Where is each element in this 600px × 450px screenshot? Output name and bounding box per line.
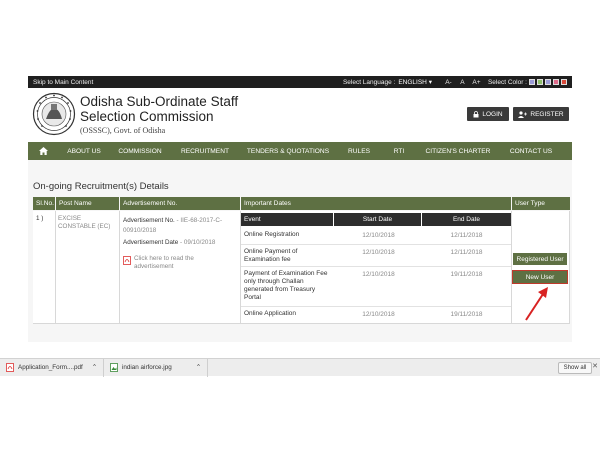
color-swatch-3[interactable] xyxy=(545,79,551,85)
pdf-icon xyxy=(6,363,14,372)
lock-icon xyxy=(473,110,479,117)
download-bar: Application_Form....pdf ⌃ indian airforc… xyxy=(0,358,600,377)
download-filename: Application_Form....pdf xyxy=(18,364,83,371)
event-start-date: 12/10/2018 xyxy=(362,311,395,318)
home-button[interactable] xyxy=(28,142,58,160)
event-start-date: 12/10/2018 xyxy=(362,232,395,239)
site-subtitle: (OSSSC), Govt. of Odisha xyxy=(80,126,166,135)
new-user-button[interactable]: New User xyxy=(512,270,568,284)
register-button[interactable]: REGISTER xyxy=(513,107,569,121)
odisha-emblem-logo[interactable] xyxy=(32,92,76,136)
event-end-date: 19/11/2018 xyxy=(450,311,483,318)
adv-no-label: Advertisement No. xyxy=(123,217,175,224)
download-filename: indian airforce.jpg xyxy=(122,364,172,371)
font-normal-button[interactable]: A xyxy=(457,79,468,86)
color-swatch-1[interactable] xyxy=(529,79,535,85)
event-row: Online Registration 12/10/2018 12/11/201… xyxy=(241,228,511,245)
download-item[interactable]: indian airforce.jpg ⌃ xyxy=(104,358,208,377)
read-advertisement-label: Click here to read the advertisement xyxy=(134,255,194,270)
read-advertisement-link[interactable]: Click here to read the advertisement xyxy=(123,255,235,270)
event-name: Online Payment of Examination fee xyxy=(244,248,298,263)
adv-date-value: - 09/10/2018 xyxy=(178,239,216,246)
event-start-date: 12/10/2018 xyxy=(362,271,395,278)
nav-contact-us[interactable]: CONTACT US xyxy=(500,148,562,155)
chevron-up-icon[interactable]: ⌃ xyxy=(92,364,97,371)
col-slno: Sl.No. xyxy=(33,197,55,210)
col-advertisement-no: Advertisement No. xyxy=(120,197,240,210)
adv-date-text: Advertisement Date - 09/10/2018 xyxy=(123,239,237,246)
site-header: Odisha Sub-Ordinate Staff Selection Comm… xyxy=(28,88,572,142)
login-button[interactable]: LOGIN xyxy=(467,107,509,121)
site-title-line1: Odisha Sub-Ordinate Staff xyxy=(80,94,239,109)
color-selector: Select Color : xyxy=(488,79,567,86)
event-name: Online Application xyxy=(244,310,297,317)
home-icon xyxy=(38,147,48,155)
event-row: Online Payment of Examination fee 12/10/… xyxy=(241,245,511,267)
event-end-date: 12/11/2018 xyxy=(450,232,483,239)
select-color-label: Select Color : xyxy=(487,78,527,86)
event-name: Payment of Examination Fee only through … xyxy=(244,270,328,301)
nav-tenders-quotations[interactable]: TENDERS & QUOTATIONS xyxy=(240,148,336,155)
color-swatch-2[interactable] xyxy=(537,79,543,85)
cell-advertisement: Advertisement No. - IIE-68-2017-C-00910/… xyxy=(120,211,241,324)
end-date-header: End Date xyxy=(422,213,511,226)
add-user-icon xyxy=(518,110,528,118)
adv-number-text: Advertisement No. - IIE-68-2017-C-00910/… xyxy=(123,216,237,236)
event-header: Event xyxy=(241,213,333,226)
image-file-icon xyxy=(110,363,118,372)
language-dropdown[interactable]: ENGLISH ▾ xyxy=(398,78,432,86)
cell-slno: 1 ) xyxy=(33,211,56,324)
color-swatch-5[interactable] xyxy=(561,79,567,85)
event-name: Online Registration xyxy=(244,231,300,238)
register-label: REGISTER xyxy=(530,110,564,118)
chevron-down-icon: ▾ xyxy=(428,79,432,86)
select-language-label: Select Language : xyxy=(342,78,396,86)
adv-date-label: Advertisement Date xyxy=(123,239,179,246)
start-date-header: Start Date xyxy=(334,213,421,226)
cell-post-name: EXCISE CONSTABLE (EC) xyxy=(56,211,120,324)
annotation-arrow-icon xyxy=(525,287,548,321)
download-item[interactable]: Application_Form....pdf ⌃ xyxy=(0,358,104,377)
event-end-date: 19/11/2018 xyxy=(450,271,483,278)
row-post-name: EXCISE CONSTABLE (EC) xyxy=(58,215,111,230)
nav-citizens-charter[interactable]: CITIZEN'S CHARTER xyxy=(416,148,500,155)
event-end-date: 12/11/2018 xyxy=(450,249,483,256)
language-selector: Select Language : ENGLISH ▾ A- A A+ xyxy=(342,78,482,87)
font-increase-button[interactable]: A+ xyxy=(471,79,482,86)
login-label: LOGIN xyxy=(482,110,503,118)
col-important-dates: Important Dates xyxy=(241,197,511,210)
skip-to-main-link[interactable]: Skip to Main Content xyxy=(33,79,343,86)
pdf-icon xyxy=(123,256,131,265)
main-nav: ABOUT US COMMISSION RECRUITMENT TENDERS … xyxy=(28,142,572,160)
close-icon[interactable]: ✕ xyxy=(592,362,598,370)
event-row: Payment of Examination Fee only through … xyxy=(241,267,511,307)
event-row: Online Application 12/10/2018 19/11/2018 xyxy=(241,307,511,324)
section-title: On-going Recruitment(s) Details xyxy=(33,181,169,192)
registered-user-button[interactable]: Registered User xyxy=(513,253,567,265)
chevron-up-icon[interactable]: ⌃ xyxy=(196,364,201,371)
show-all-button[interactable]: Show all xyxy=(558,362,592,374)
page: Skip to Main Content Select Language : E… xyxy=(0,0,600,450)
col-post-name: Post Name xyxy=(56,197,119,210)
col-user-type: User Type xyxy=(512,197,570,210)
row-slno: 1 ) xyxy=(36,215,44,222)
site-title-line2: Selection Commission xyxy=(80,109,214,124)
language-value: ENGLISH xyxy=(398,79,427,86)
event-start-date: 12/10/2018 xyxy=(362,249,395,256)
nav-about-us[interactable]: ABOUT US xyxy=(58,148,110,155)
nav-commission[interactable]: COMMISSION xyxy=(110,148,170,155)
nav-recruitment[interactable]: RECRUITMENT xyxy=(170,148,240,155)
top-strip: Skip to Main Content Select Language : E… xyxy=(28,76,572,88)
color-swatch-4[interactable] xyxy=(553,79,559,85)
font-decrease-button[interactable]: A- xyxy=(443,79,454,86)
nav-rules[interactable]: RULES xyxy=(336,148,382,155)
nav-rti[interactable]: RTI xyxy=(382,148,416,155)
